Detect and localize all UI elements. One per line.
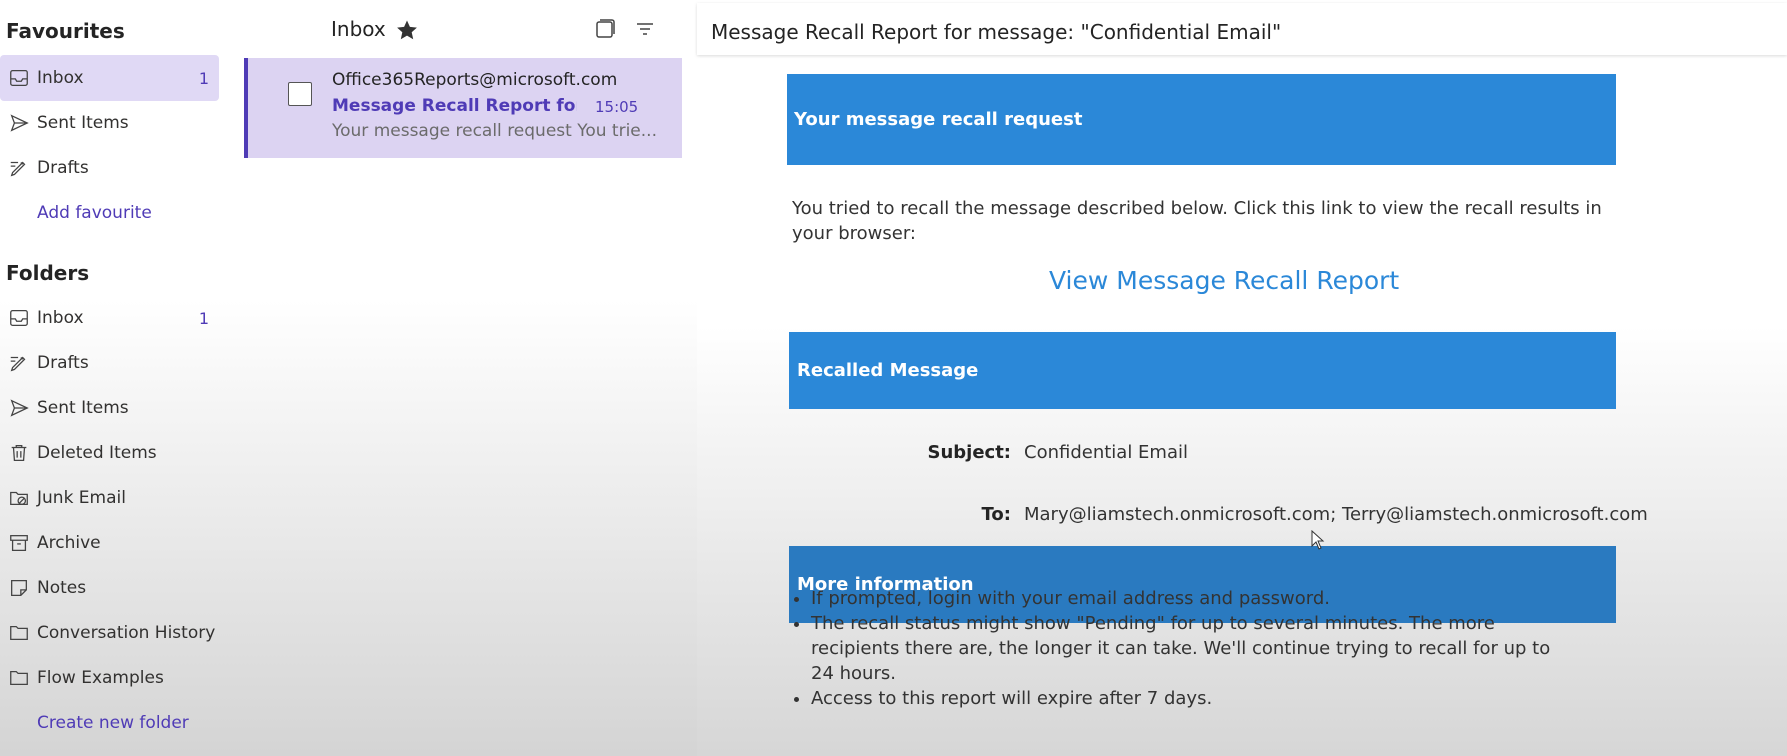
sidebar-item-label: Inbox (37, 308, 84, 328)
select-all-icon[interactable] (593, 17, 617, 41)
message-preview: Your message recall request You trie... (332, 121, 657, 141)
sidebar-item-label: Deleted Items (37, 443, 157, 463)
more-information-list: If prompted, login with your email addre… (789, 586, 1556, 711)
message-sender: Office365Reports@microsoft.com (332, 70, 618, 90)
recall-intro-text: You tried to recall the message describe… (792, 198, 1602, 244)
unread-count: 1 (198, 68, 209, 88)
sidebar-item-label: Flow Examples (37, 668, 164, 688)
sidebar-item-drafts[interactable]: Drafts (0, 340, 219, 386)
sidebar-item-label: Sent Items (37, 113, 129, 133)
add-favourite-link[interactable]: Add favourite (37, 203, 152, 223)
archive-icon (4, 531, 34, 555)
sidebar-item-label: Drafts (37, 353, 89, 373)
sidebar-item-label: Sent Items (37, 398, 129, 418)
reading-pane: Message Recall Report for message: "Conf… (697, 0, 1787, 756)
sidebar-item-inbox[interactable]: Inbox 1 (0, 295, 219, 341)
inbox-icon (4, 306, 34, 330)
sidebar-item-label: Notes (37, 578, 87, 598)
list-item: The recall status might show "Pending" f… (811, 611, 1556, 686)
sidebar-item-flow-examples[interactable]: Flow Examples (0, 655, 219, 701)
sidebar-item-sent-items[interactable]: Sent Items (0, 385, 219, 431)
pencil-icon (4, 156, 34, 180)
recall-request-banner: Your message recall request (787, 74, 1616, 165)
sidebar-item-conversation-history[interactable]: Conversation History (0, 610, 219, 656)
folder-icon (4, 666, 34, 690)
sidebar-item-archive[interactable]: Archive (0, 520, 219, 566)
sidebar-item-deleted-items[interactable]: Deleted Items (0, 430, 219, 476)
message-list-title: Inbox (331, 17, 386, 41)
folder-pane: Favourites Inbox 1 Sent Items Drafts Add… (0, 0, 243, 756)
filter-icon[interactable] (633, 17, 657, 41)
subject-label: Subject: (927, 442, 1011, 463)
star-icon[interactable] (395, 18, 419, 42)
message-select-checkbox[interactable] (288, 82, 312, 106)
sidebar-item-label: Junk Email (37, 488, 126, 508)
message-time: 15:05 (595, 98, 639, 116)
folders-heading[interactable]: Folders (6, 261, 89, 285)
message-subject: Message Recall Report for m... (332, 96, 577, 116)
message-list: Inbox Office365Reports@microsoft.com Mes… (244, 0, 682, 756)
view-recall-report-link[interactable]: View Message Recall Report (1049, 266, 1399, 295)
sidebar-item-favourite-inbox[interactable]: Inbox 1 (0, 55, 219, 101)
send-icon (4, 396, 34, 420)
sidebar-item-label: Archive (37, 533, 101, 553)
list-item: Access to this report will expire after … (811, 686, 1556, 711)
create-new-folder-link[interactable]: Create new folder (37, 713, 189, 733)
sidebar-item-favourite-sent[interactable]: Sent Items (0, 100, 219, 146)
sidebar-item-notes[interactable]: Notes (0, 565, 219, 611)
subject-value: Confidential Email (1024, 442, 1188, 463)
sidebar-item-favourite-drafts[interactable]: Drafts (0, 145, 219, 191)
notes-icon (4, 576, 34, 600)
sidebar-item-label: Inbox (37, 68, 84, 88)
sidebar-item-label: Conversation History (37, 623, 216, 643)
folder-icon (4, 621, 34, 645)
junk-folder-icon (4, 486, 34, 510)
trash-icon (4, 441, 34, 465)
sidebar-item-junk-email[interactable]: Junk Email (0, 475, 219, 521)
mouse-cursor-icon (1311, 529, 1325, 554)
unread-count: 1 (198, 308, 209, 328)
send-icon (4, 111, 34, 135)
favourites-heading[interactable]: Favourites (6, 19, 125, 43)
message-list-header: Inbox (244, 0, 682, 58)
to-label: To: (981, 504, 1011, 525)
message-list-item[interactable]: Office365Reports@microsoft.com Message R… (244, 58, 682, 158)
reading-pane-header: Message Recall Report for message: "Conf… (697, 3, 1787, 55)
inbox-icon (4, 66, 34, 90)
pencil-icon (4, 351, 34, 375)
message-title: Message Recall Report for message: "Conf… (711, 20, 1282, 44)
to-value: Mary@liamstech.onmicrosoft.com; Terry@li… (1024, 504, 1648, 525)
list-item: If prompted, login with your email addre… (811, 586, 1556, 611)
recalled-message-banner: Recalled Message (789, 332, 1616, 409)
sidebar-item-label: Drafts (37, 158, 89, 178)
